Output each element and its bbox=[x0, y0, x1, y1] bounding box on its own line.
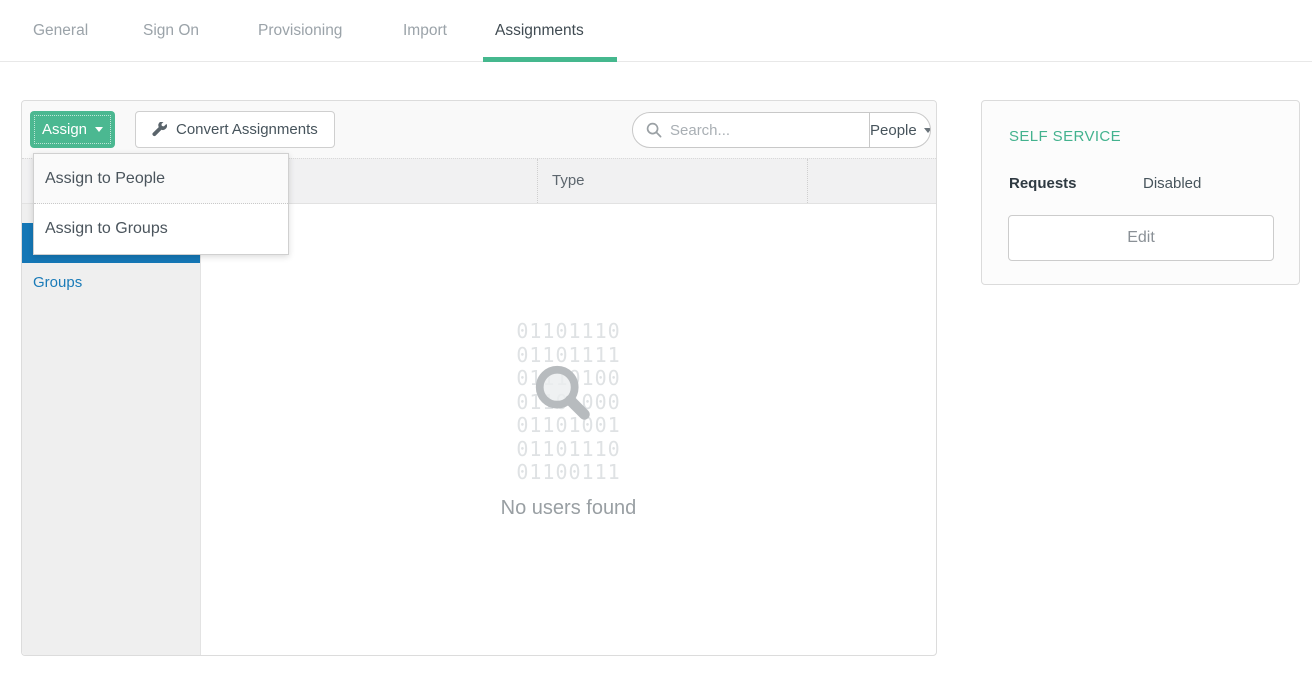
tab-provisioning[interactable]: Provisioning bbox=[258, 22, 342, 40]
magnifier-icon bbox=[530, 360, 598, 433]
wrench-icon bbox=[152, 122, 167, 137]
self-service-panel: SELF SERVICE Requests Disabled Edit bbox=[981, 100, 1300, 285]
search-filter-dropdown[interactable]: People bbox=[869, 113, 931, 147]
binary-line: 01100111 bbox=[201, 461, 936, 485]
assignments-sidebar: People Groups bbox=[22, 204, 201, 655]
assign-dropdown-menu: Assign to People Assign to Groups bbox=[33, 153, 289, 255]
empty-state-message: No users found bbox=[201, 497, 936, 520]
convert-assignments-button[interactable]: Convert Assignments bbox=[135, 111, 335, 148]
app-tab-bar: General Sign On Provisioning Import Assi… bbox=[0, 0, 1312, 62]
search-input[interactable] bbox=[670, 122, 869, 139]
tab-sign-on[interactable]: Sign On bbox=[143, 22, 199, 40]
edit-button[interactable]: Edit bbox=[1008, 215, 1274, 261]
chevron-down-icon bbox=[924, 128, 931, 133]
tab-assignments[interactable]: Assignments bbox=[495, 22, 584, 40]
search-bar: People bbox=[632, 112, 931, 148]
convert-assignments-label: Convert Assignments bbox=[176, 121, 318, 138]
tab-bar-divider bbox=[0, 61, 1312, 62]
menu-item-assign-to-groups[interactable]: Assign to Groups bbox=[34, 204, 288, 254]
assignments-empty-state: 01101110 01101111 01110100 01101000 0110… bbox=[201, 204, 936, 655]
active-tab-underline bbox=[483, 57, 617, 62]
binary-line: 01101110 bbox=[201, 438, 936, 462]
assignments-panel: Assign Convert Assignments bbox=[21, 100, 937, 656]
type-column-header: Type bbox=[552, 159, 585, 203]
tab-import[interactable]: Import bbox=[403, 22, 447, 40]
search-icon bbox=[646, 122, 662, 138]
menu-item-assign-to-people[interactable]: Assign to People bbox=[34, 154, 288, 204]
sidebar-item-groups[interactable]: Groups bbox=[22, 263, 200, 303]
column-divider bbox=[807, 159, 808, 203]
search-filter-value: People bbox=[870, 122, 917, 139]
assign-button[interactable]: Assign bbox=[30, 111, 115, 148]
self-service-title: SELF SERVICE bbox=[1009, 128, 1121, 145]
assignments-toolbar: Assign Convert Assignments bbox=[22, 101, 936, 158]
requests-label: Requests bbox=[1009, 175, 1077, 192]
binary-art: 01101110 01101111 01110100 01101000 0110… bbox=[201, 204, 936, 485]
column-divider bbox=[537, 159, 538, 203]
binary-line: 01101110 bbox=[201, 320, 936, 344]
chevron-down-icon bbox=[95, 127, 103, 132]
search-segment bbox=[633, 113, 869, 147]
assign-button-label: Assign bbox=[42, 121, 87, 138]
tab-general[interactable]: General bbox=[33, 22, 88, 40]
requests-status-value: Disabled bbox=[1143, 175, 1201, 192]
